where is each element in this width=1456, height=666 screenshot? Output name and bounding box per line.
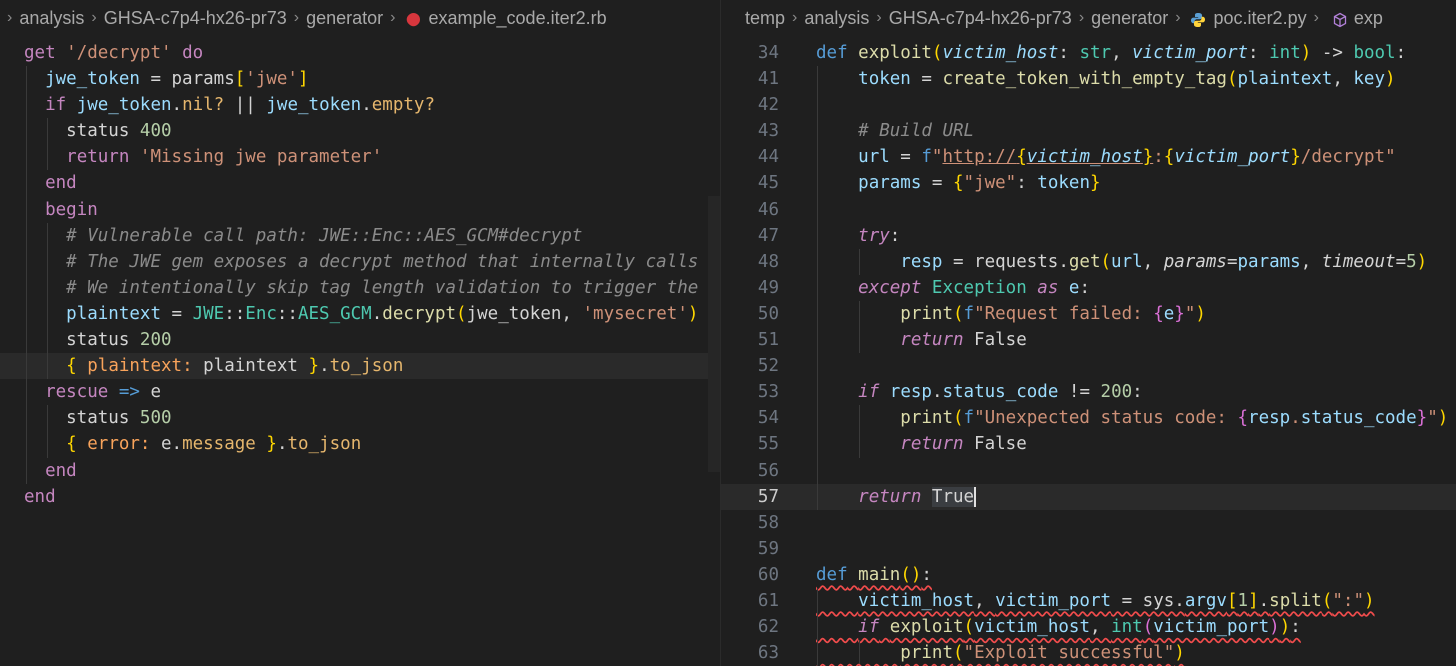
code-line: begin [0,196,720,223]
code-line: # Vulnerable call path: JWE::Enc::AES_GC… [0,222,720,249]
line-number: 41 [757,69,779,90]
breadcrumb-item-file[interactable]: poc.iter2.py [1214,8,1307,29]
code-line: 60 def main(): [721,562,1456,588]
code-line: 53 if resp.status_code != 200: [721,379,1456,406]
code-line: if jwe_token.nil? || jwe_token.empty? [0,92,720,119]
line-number: 52 [757,356,779,377]
breadcrumb: temp › analysis › GHSA-c7p4-hx26-pr73 › … [721,0,1456,36]
ruby-file-icon [403,9,423,29]
line-number: 45 [757,173,779,194]
line-number: 62 [757,617,779,638]
symbol-cube-icon [1333,12,1347,28]
code-line: 42 [721,92,1456,119]
code-line: 52 [721,353,1456,380]
chevron-right-icon: › [876,9,882,26]
breadcrumb-item[interactable]: generator [1091,8,1168,29]
python-editor-pane[interactable]: temp › analysis › GHSA-c7p4-hx26-pr73 › … [721,0,1456,666]
chevron-right-icon: › [1313,9,1319,26]
code-line: return 'Missing jwe parameter' [0,144,720,171]
code-line: 46 [721,196,1456,223]
breadcrumb: › analysis › GHSA-c7p4-hx26-pr73 › gener… [0,0,720,36]
code-line: 62 if exploit(victim_host, int(victim_po… [721,614,1456,641]
chevron-right-icon: › [792,9,798,26]
line-number: 61 [757,590,779,611]
code-line: rescue => e [0,379,720,406]
scrollbar-track[interactable] [708,196,720,472]
code-area[interactable]: get '/decrypt' do jwe_token = params['jw… [0,40,720,510]
code-line: 44 url = f"http://{victim_host}:{victim_… [721,144,1456,171]
code-line: 41 token = create_token_with_empty_tag(p… [721,66,1456,93]
chevron-right-icon: › [1078,9,1085,26]
code-line-current: 57 return True [721,483,1456,510]
line-number: 51 [757,330,779,351]
line-number: 47 [757,225,779,246]
code-line: 34 def exploit(victim_host: str, victim_p… [721,40,1456,66]
line-number: 43 [757,121,779,142]
code-line-current: { plaintext: plaintext }.to_json [0,353,720,380]
code-line: 50 print(f"Request failed: {e}") [721,300,1456,328]
code-line: 58 [721,510,1456,536]
code-line: 54 print(f"Unexpected status code: {resp… [721,405,1456,432]
line-number: 44 [757,147,779,168]
line-number: 63 [757,643,779,664]
chevron-right-icon: › [91,9,97,26]
code-line: end [0,170,720,197]
breadcrumb-item[interactable]: analysis [19,8,84,29]
breadcrumb-item[interactable]: GHSA-c7p4-hx26-pr73 [104,8,287,29]
code-line: 56 [721,457,1456,484]
code-line: 48 resp = requests.get(url, params=param… [721,248,1456,275]
line-number: 54 [757,408,779,429]
ruby-editor-pane[interactable]: › analysis › GHSA-c7p4-hx26-pr73 › gener… [0,0,720,666]
code-line: get '/decrypt' do [24,43,204,63]
line-number: 57 [757,486,779,507]
code-area[interactable]: 34 def exploit(victim_host: str, victim_p… [721,40,1456,666]
code-line: status 200 [0,327,720,354]
line-number: 48 [757,251,779,272]
code-line: jwe_token = params['jwe'] [0,66,720,93]
chevron-right-icon: › [293,9,300,26]
breadcrumb-item[interactable]: generator [306,8,383,29]
python-file-icon [1190,13,1205,27]
line-number: 46 [757,199,779,220]
code-line: plaintext = JWE::Enc::AES_GCM.decrypt(jw… [0,300,720,328]
code-line: 63 print("Exploit successful") [721,640,1456,666]
breadcrumb-item[interactable]: analysis [804,8,869,29]
code-line: # We intentionally skip tag length valid… [0,274,720,301]
breadcrumb-item-file[interactable]: example_code.iter2.rb [429,8,607,29]
line-number: 49 [757,277,779,298]
line-number: 42 [757,95,779,116]
breadcrumb-item[interactable]: temp [745,8,785,29]
chevron-right-icon: › [390,9,396,26]
code-line: 49 except Exception as e: [721,274,1456,301]
breadcrumb-item[interactable]: GHSA-c7p4-hx26-pr73 [889,8,1072,29]
code-line: 51 return False [721,327,1456,354]
chevron-right-icon: › [1175,9,1181,26]
code-line: 59 [721,536,1456,562]
code-line: 45 params = {"jwe": token} [721,170,1456,197]
code-line: end [0,457,720,484]
line-number: 56 [757,460,779,481]
code-line: # The JWE gem exposes a decrypt method t… [0,248,720,275]
code-line: end [24,486,56,507]
line-number: 55 [757,434,779,455]
code-line: 61 victim_host, victim_port = sys.argv[1… [721,587,1456,615]
text-cursor [974,486,977,507]
code-line: status 500 [0,405,720,432]
line-number: 34 [757,43,779,63]
code-line: status 400 [0,118,720,145]
code-line: { error: e.message }.to_json [0,431,720,458]
code-line: 43 # Build URL [721,118,1456,145]
breadcrumb-item-symbol[interactable]: exp [1354,8,1383,29]
line-number: 59 [757,538,779,559]
code-line: 47 try: [721,222,1456,249]
line-number: 53 [757,382,779,403]
line-number: 58 [757,512,779,533]
line-number: 50 [757,303,779,324]
line-number: 60 [757,564,779,585]
code-line: 55 return False [721,431,1456,458]
chevron-right-icon: › [7,9,13,26]
